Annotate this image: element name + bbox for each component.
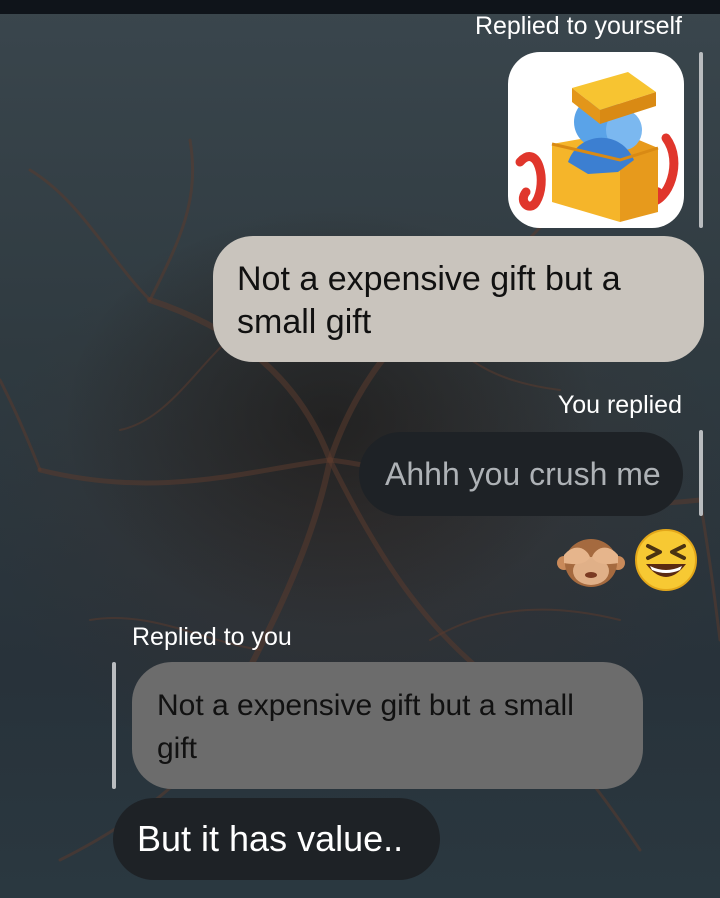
quote-indicator-bar bbox=[699, 52, 703, 228]
quoted-message-bubble[interactable]: Not a expensive gift but a small gift bbox=[132, 662, 643, 789]
message-bubble[interactable]: Not a expensive gift but a small gift bbox=[213, 236, 704, 362]
message-bubble[interactable]: But it has value.. bbox=[113, 798, 440, 880]
quote-indicator-bar bbox=[112, 662, 116, 789]
quote-indicator-bar bbox=[699, 430, 703, 516]
reply-label: You replied bbox=[557, 391, 682, 419]
gift-box-hug-icon[interactable] bbox=[508, 52, 684, 228]
message-bubble[interactable]: Ahhh you crush me bbox=[359, 432, 683, 516]
see-no-evil-monkey-icon[interactable] bbox=[556, 533, 626, 589]
reply-label: Replied to yourself bbox=[474, 12, 682, 40]
reply-label: Replied to you bbox=[132, 623, 292, 651]
grinning-squinting-face-icon[interactable] bbox=[632, 528, 700, 592]
